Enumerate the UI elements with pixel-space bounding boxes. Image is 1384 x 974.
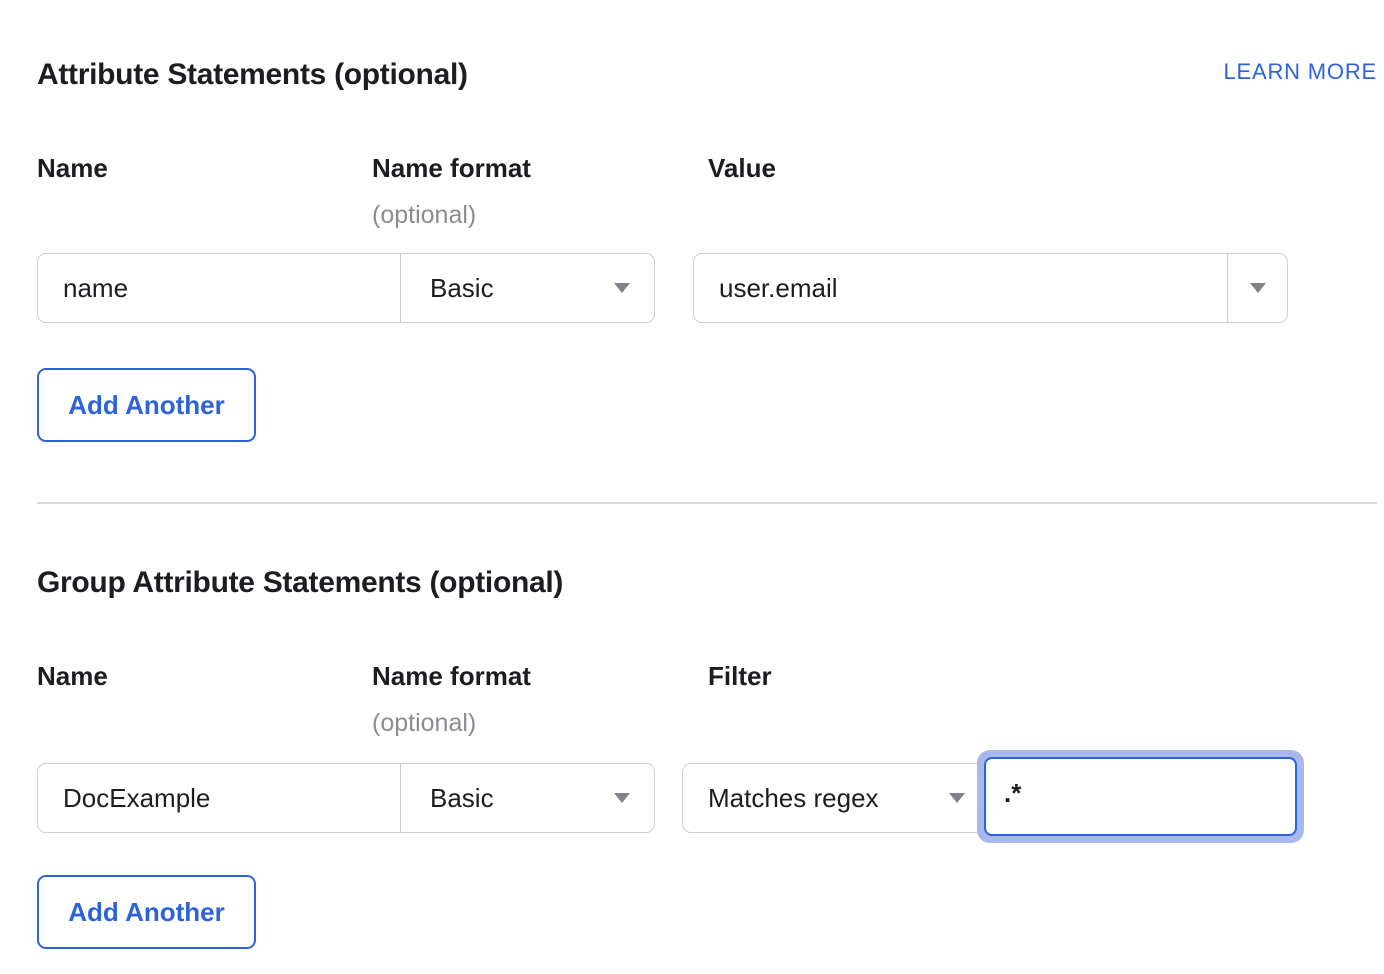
learn-more-link[interactable]: LEARN MORE <box>1224 59 1377 85</box>
group-column-header-name: Name <box>37 661 108 692</box>
group-name-format-selected: Basic <box>430 783 494 814</box>
column-header-name: Name <box>37 153 108 184</box>
group-column-header-name-format-note: (optional) <box>372 709 476 738</box>
attribute-value-group <box>693 253 1288 323</box>
column-header-name-format-note: (optional) <box>372 201 476 230</box>
group-column-header-filter: Filter <box>708 661 772 692</box>
add-another-attribute-button[interactable]: Add Another <box>37 368 256 442</box>
chevron-down-icon <box>1250 283 1266 293</box>
attribute-value-input[interactable] <box>694 273 1227 304</box>
chevron-down-icon <box>949 793 965 803</box>
group-name-cell <box>38 764 400 832</box>
group-filter-type-selected: Matches regex <box>708 783 879 814</box>
group-attribute-statements-title: Group Attribute Statements (optional) <box>37 566 563 600</box>
attribute-statements-title: Attribute Statements (optional) <box>37 58 468 92</box>
attribute-name-cell <box>38 254 400 322</box>
section-divider <box>37 502 1377 504</box>
group-filter-input-focus-ring <box>977 750 1304 843</box>
add-another-group-attribute-button[interactable]: Add Another <box>37 875 256 949</box>
group-name-format-select[interactable]: Basic <box>400 764 654 832</box>
group-filter-type-select[interactable]: Matches regex <box>682 763 990 833</box>
group-column-header-name-format: Name format <box>372 661 531 692</box>
column-header-value: Value <box>708 153 776 184</box>
group-filter-input[interactable] <box>984 757 1297 836</box>
group-name-input[interactable] <box>38 783 400 814</box>
attribute-name-format-selected: Basic <box>430 273 494 304</box>
chevron-down-icon <box>614 283 630 293</box>
attribute-name-input[interactable] <box>38 273 400 304</box>
attribute-value-cell <box>694 254 1227 322</box>
attribute-name-format-select[interactable]: Basic <box>400 254 654 322</box>
attribute-value-dropdown-button[interactable] <box>1227 254 1287 322</box>
chevron-down-icon <box>614 793 630 803</box>
attribute-name-format-group: Basic <box>37 253 655 323</box>
group-name-format-group: Basic <box>37 763 655 833</box>
column-header-name-format: Name format <box>372 153 531 184</box>
